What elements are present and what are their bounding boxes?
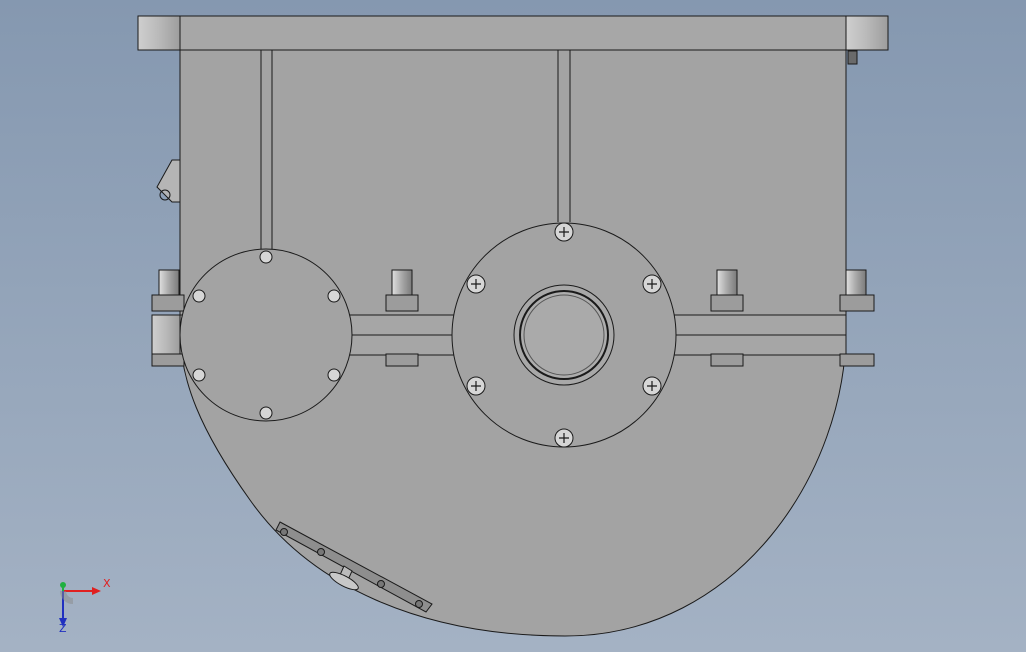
bolt-3-nut-bottom bbox=[710, 353, 744, 367]
cover-bolt bbox=[415, 600, 423, 608]
cad-graphics-area[interactable]: X Z bbox=[0, 0, 1026, 652]
screw-icon bbox=[327, 289, 341, 303]
left-cover-disc bbox=[179, 248, 353, 422]
bolt-3-nut-top bbox=[710, 294, 744, 312]
x-axis-label: X bbox=[103, 577, 111, 590]
output-shaft-bore[interactable] bbox=[523, 294, 605, 376]
bolt-2-nut-top bbox=[385, 294, 419, 312]
cover-bolt bbox=[377, 580, 385, 588]
bolt-1-nut-bottom bbox=[151, 353, 185, 367]
screw-icon bbox=[642, 376, 662, 396]
bolt-2-nut-bottom bbox=[385, 353, 419, 367]
cover-bolt bbox=[280, 528, 288, 536]
side-lug bbox=[151, 314, 181, 356]
screw-icon bbox=[259, 250, 273, 264]
bolt-1-nut-top bbox=[151, 294, 185, 312]
y-axis-dot-icon bbox=[60, 582, 66, 588]
screw-icon bbox=[642, 274, 662, 294]
screw-icon bbox=[192, 368, 206, 382]
right-bearing-cover[interactable] bbox=[451, 222, 677, 448]
gearbox-model-view[interactable]: X Z bbox=[0, 0, 1026, 652]
z-axis-label: Z bbox=[59, 622, 67, 635]
screw-icon bbox=[259, 406, 273, 420]
screw-icon bbox=[466, 274, 486, 294]
screw-icon bbox=[466, 376, 486, 396]
screw-icon bbox=[554, 428, 574, 448]
top-flange-left-end bbox=[137, 15, 181, 51]
screw-icon bbox=[554, 222, 574, 242]
top-flange-plate bbox=[137, 15, 889, 51]
left-bearing-cover[interactable] bbox=[179, 248, 353, 422]
screw-icon bbox=[327, 368, 341, 382]
top-flange-right-end bbox=[845, 15, 889, 51]
flange-side-tab bbox=[847, 50, 858, 65]
bolt-4-nut-top bbox=[839, 294, 875, 312]
bolt-4-nut-bottom bbox=[839, 353, 875, 367]
screw-icon bbox=[192, 289, 206, 303]
cover-bolt bbox=[317, 548, 325, 556]
